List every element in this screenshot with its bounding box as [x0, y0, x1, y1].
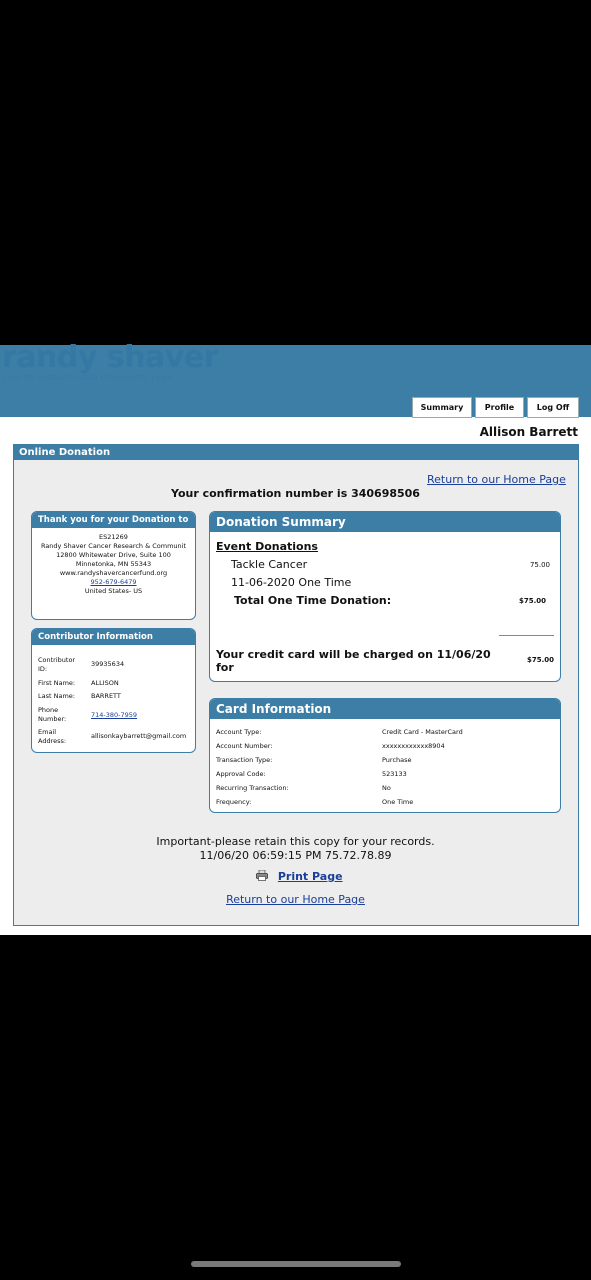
header-banner: randy shaver CANCER RESEARCH AND COMMUNI… — [0, 340, 591, 418]
phone-label: Phone Number: — [38, 706, 67, 723]
last-name-value: BARRETT — [91, 692, 121, 700]
tab-summary[interactable]: Summary — [412, 397, 472, 418]
event-date-type: 11-06-2020 One Time — [231, 576, 352, 589]
confirmation-number: Your confirmation number is 340698506 — [171, 487, 420, 500]
total-label: Total One Time Donation: — [234, 594, 392, 607]
card-info-title: Card Information — [210, 699, 560, 719]
contributor-id-label: Contributor ID: — [38, 656, 76, 673]
thank-you-title: Thank you for your Donation to — [32, 512, 195, 528]
account-number-value: xxxxxxxxxxxx8904 — [382, 742, 445, 750]
print-page-link[interactable]: Print Page — [278, 870, 343, 883]
recurring-label: Recurring Transaction: — [216, 784, 289, 792]
timestamp: 11/06/20 06:59:15 PM 75.72.78.89 — [199, 849, 392, 862]
transaction-type-value: Purchase — [382, 756, 412, 764]
contributor-panel: Contributor Information Contributor ID: … — [31, 628, 196, 753]
brand-logo[interactable]: randy shaver — [2, 340, 219, 375]
tab-log-off[interactable]: Log Off — [527, 397, 579, 418]
event-donations-heading: Event Donations — [216, 540, 318, 553]
org-name: Randy Shaver Cancer Research & Communit — [40, 542, 187, 550]
charge-value: $75.00 — [526, 656, 554, 664]
card-info-panel: Card Information Account Type: Credit Ca… — [209, 698, 561, 813]
account-number-label: Account Number: — [216, 742, 273, 750]
tab-profile[interactable]: Profile — [475, 397, 524, 418]
org-city: Minnetonka, MN 55343 — [75, 560, 152, 568]
org-address: 12800 Whitewater Drive, Suite 100 — [56, 551, 171, 559]
org-phone-link[interactable]: 952-679-6479 — [32, 578, 195, 587]
account-type-value: Credit Card - MasterCard — [382, 728, 463, 736]
transaction-type-label: Transaction Type: — [216, 756, 273, 764]
user-name: Allison Barrett — [479, 425, 578, 439]
donation-page: randy shaver CANCER RESEARCH AND COMMUNI… — [0, 340, 591, 935]
thank-you-panel: Thank you for your Donation to ES21269 R… — [31, 511, 196, 620]
home-indicator[interactable] — [191, 1261, 401, 1267]
approval-code-label: Approval Code: — [216, 770, 266, 778]
last-name-label: Last Name: — [38, 692, 75, 700]
contributor-title: Contributor Information — [32, 629, 195, 645]
approval-code-value: 523133 — [382, 770, 407, 778]
return-home-container: Return to our Home Page — [0, 893, 591, 906]
section-title: Online Donation — [14, 445, 578, 460]
recurring-value: No — [382, 784, 391, 792]
print-page-row: Print Page — [256, 869, 343, 884]
frequency-value: One Time — [382, 798, 414, 806]
frequency-label: Frequency: — [216, 798, 252, 806]
brand-tagline: CANCER RESEARCH AND COMMUNITY FUND — [2, 374, 174, 382]
retain-copy-notice: Important-please retain this copy for yo… — [0, 835, 591, 863]
total-divider — [499, 635, 554, 636]
org-id: ES21269 — [99, 533, 128, 541]
org-details: ES21269 Randy Shaver Cancer Research & C… — [32, 533, 195, 596]
email-label: Email Address: — [38, 728, 67, 745]
return-home-link-bottom[interactable]: Return to our Home Page — [226, 893, 365, 906]
event-amount: 75.00 — [529, 561, 550, 569]
donation-summary-panel: Donation Summary Event Donations Tackle … — [209, 511, 561, 682]
first-name-label: First Name: — [38, 679, 76, 687]
email-value: allisonkaybarrett@gmail.com — [91, 732, 187, 740]
first-name-value: ALLISON — [91, 679, 119, 687]
contributor-id-value: 39935634 — [91, 660, 125, 668]
important-text: Important-please retain this copy for yo… — [156, 835, 435, 848]
org-website: www.randyshavercancerfund.org — [59, 569, 168, 577]
contributor-phone-link[interactable]: 714-380-7959 — [91, 711, 195, 719]
total-value: $75.00 — [518, 597, 546, 605]
donation-summary-title: Donation Summary — [210, 512, 560, 532]
org-country: United States- US — [84, 587, 143, 595]
printer-icon[interactable] — [256, 869, 268, 884]
event-name: Tackle Cancer — [231, 558, 308, 571]
account-type-label: Account Type: — [216, 728, 262, 736]
charge-text: Your credit card will be charged on 11/0… — [216, 648, 491, 674]
return-home-link-top[interactable]: Return to our Home Page — [427, 473, 566, 486]
